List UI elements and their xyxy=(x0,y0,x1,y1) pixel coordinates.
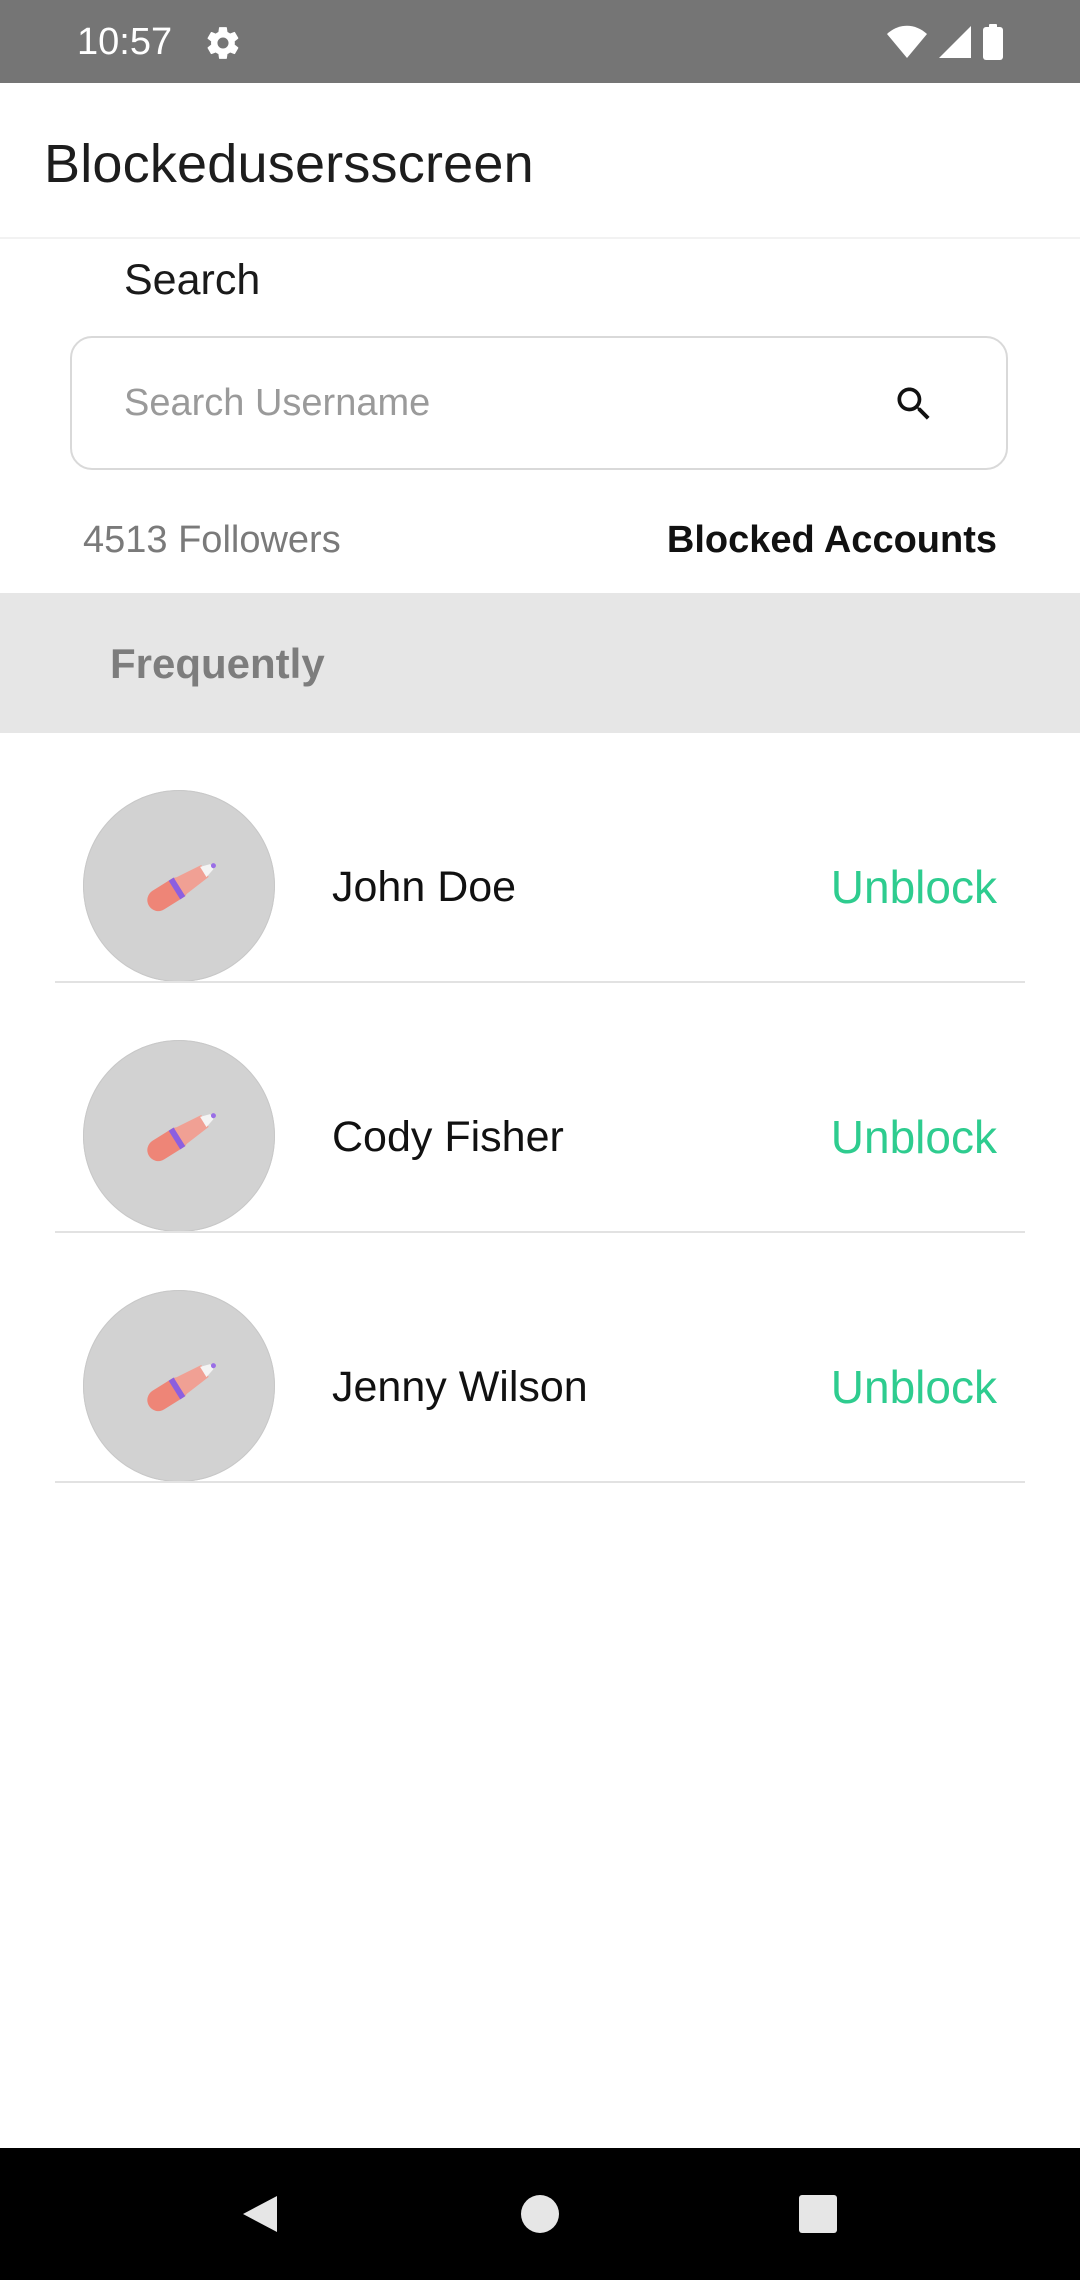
list-item: Jenny Wilson Unblock xyxy=(0,1233,1080,1483)
wifi-icon xyxy=(886,25,928,59)
status-icons xyxy=(886,24,1004,60)
avatar[interactable] xyxy=(83,790,275,982)
followers-count[interactable]: 4513 Followers xyxy=(83,517,341,563)
lipstick-icon xyxy=(147,1113,216,1162)
signal-icon xyxy=(938,25,972,59)
blocked-accounts-tab[interactable]: Blocked Accounts xyxy=(667,517,997,563)
recents-icon xyxy=(799,2195,837,2233)
search-icon[interactable] xyxy=(892,382,936,426)
back-button[interactable] xyxy=(194,2148,326,2280)
user-name: John Doe xyxy=(332,863,517,911)
gear-icon xyxy=(204,24,242,62)
page-title: Blockedusersscreen xyxy=(44,134,534,194)
search-input[interactable] xyxy=(124,338,884,468)
home-button[interactable] xyxy=(474,2148,606,2280)
lipstick-icon xyxy=(147,1363,216,1412)
user-name: Jenny Wilson xyxy=(332,1363,588,1411)
user-name: Cody Fisher xyxy=(332,1113,564,1161)
blocked-users-screen: 10:57 Blockedusersscreen Search Search U… xyxy=(0,0,1080,2280)
status-bar: 10:57 xyxy=(0,0,1080,83)
recents-button[interactable] xyxy=(752,2148,884,2280)
unblock-button[interactable]: Unblock xyxy=(831,860,997,914)
back-icon xyxy=(243,2196,277,2232)
avatar[interactable] xyxy=(83,1040,275,1232)
unblock-button[interactable]: Unblock xyxy=(831,1110,997,1164)
navigation-bar xyxy=(0,2148,1080,2280)
app-bar: Blockedusersscreen xyxy=(0,83,1080,239)
search-label: Search xyxy=(124,256,261,304)
list-item: John Doe Unblock xyxy=(0,733,1080,983)
list-item: Cody Fisher Unblock xyxy=(0,983,1080,1233)
section-title: Frequently xyxy=(110,640,325,687)
section-header: Frequently xyxy=(0,593,1080,733)
divider xyxy=(55,1481,1025,1483)
lipstick-icon xyxy=(147,863,216,912)
status-time: 10:57 xyxy=(77,21,173,63)
battery-icon xyxy=(982,24,1004,60)
avatar[interactable] xyxy=(83,1290,275,1482)
search-box xyxy=(70,336,1008,470)
unblock-button[interactable]: Unblock xyxy=(831,1360,997,1414)
home-icon xyxy=(521,2195,559,2233)
